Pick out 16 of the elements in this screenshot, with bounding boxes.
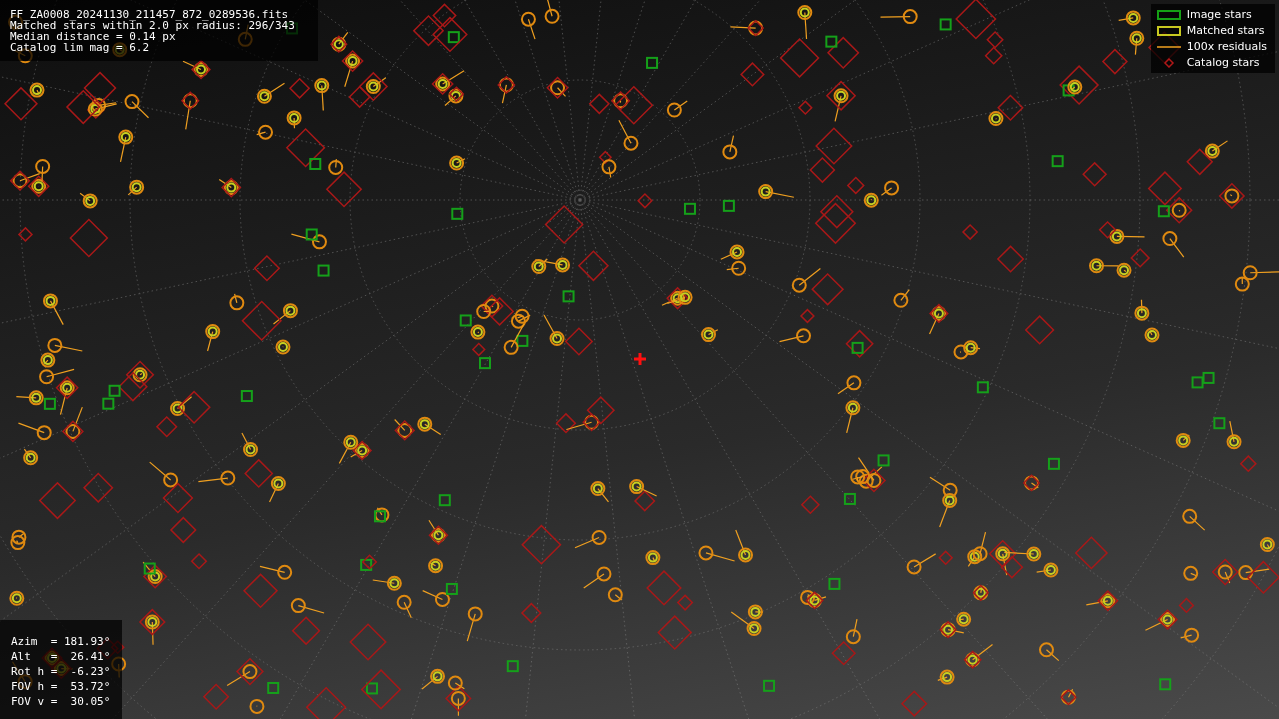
image-star-marker-icon xyxy=(1156,9,1181,20)
legend-label: Matched stars xyxy=(1186,24,1265,37)
info-text: Median distance = 0.14 px xyxy=(10,31,176,42)
info-text: Matched stars within 2.0 px radius: 296/343 xyxy=(10,20,296,31)
pointing-text: Azim = 181.93° xyxy=(11,634,111,649)
pointing-text: FOV v = 30.05° xyxy=(11,694,111,709)
info-text: FF_ZA0008_20241130_211457_872_0289536.fits xyxy=(10,9,290,20)
matched-star-marker-icon xyxy=(1156,25,1181,36)
pointing-text: Rot h = -6.23° xyxy=(11,664,111,679)
pointing-text: Alt = 26.41° xyxy=(11,649,111,664)
crosshair-icon xyxy=(634,353,646,365)
legend-label: 100x residuals xyxy=(1186,40,1267,53)
pointing-text: FOV h = 53.72° xyxy=(11,679,111,694)
legend-label: Catalog stars xyxy=(1186,56,1260,69)
legend-label: Image stars xyxy=(1186,8,1252,21)
info-text: Catalog lim mag = 6.2 xyxy=(10,42,151,53)
